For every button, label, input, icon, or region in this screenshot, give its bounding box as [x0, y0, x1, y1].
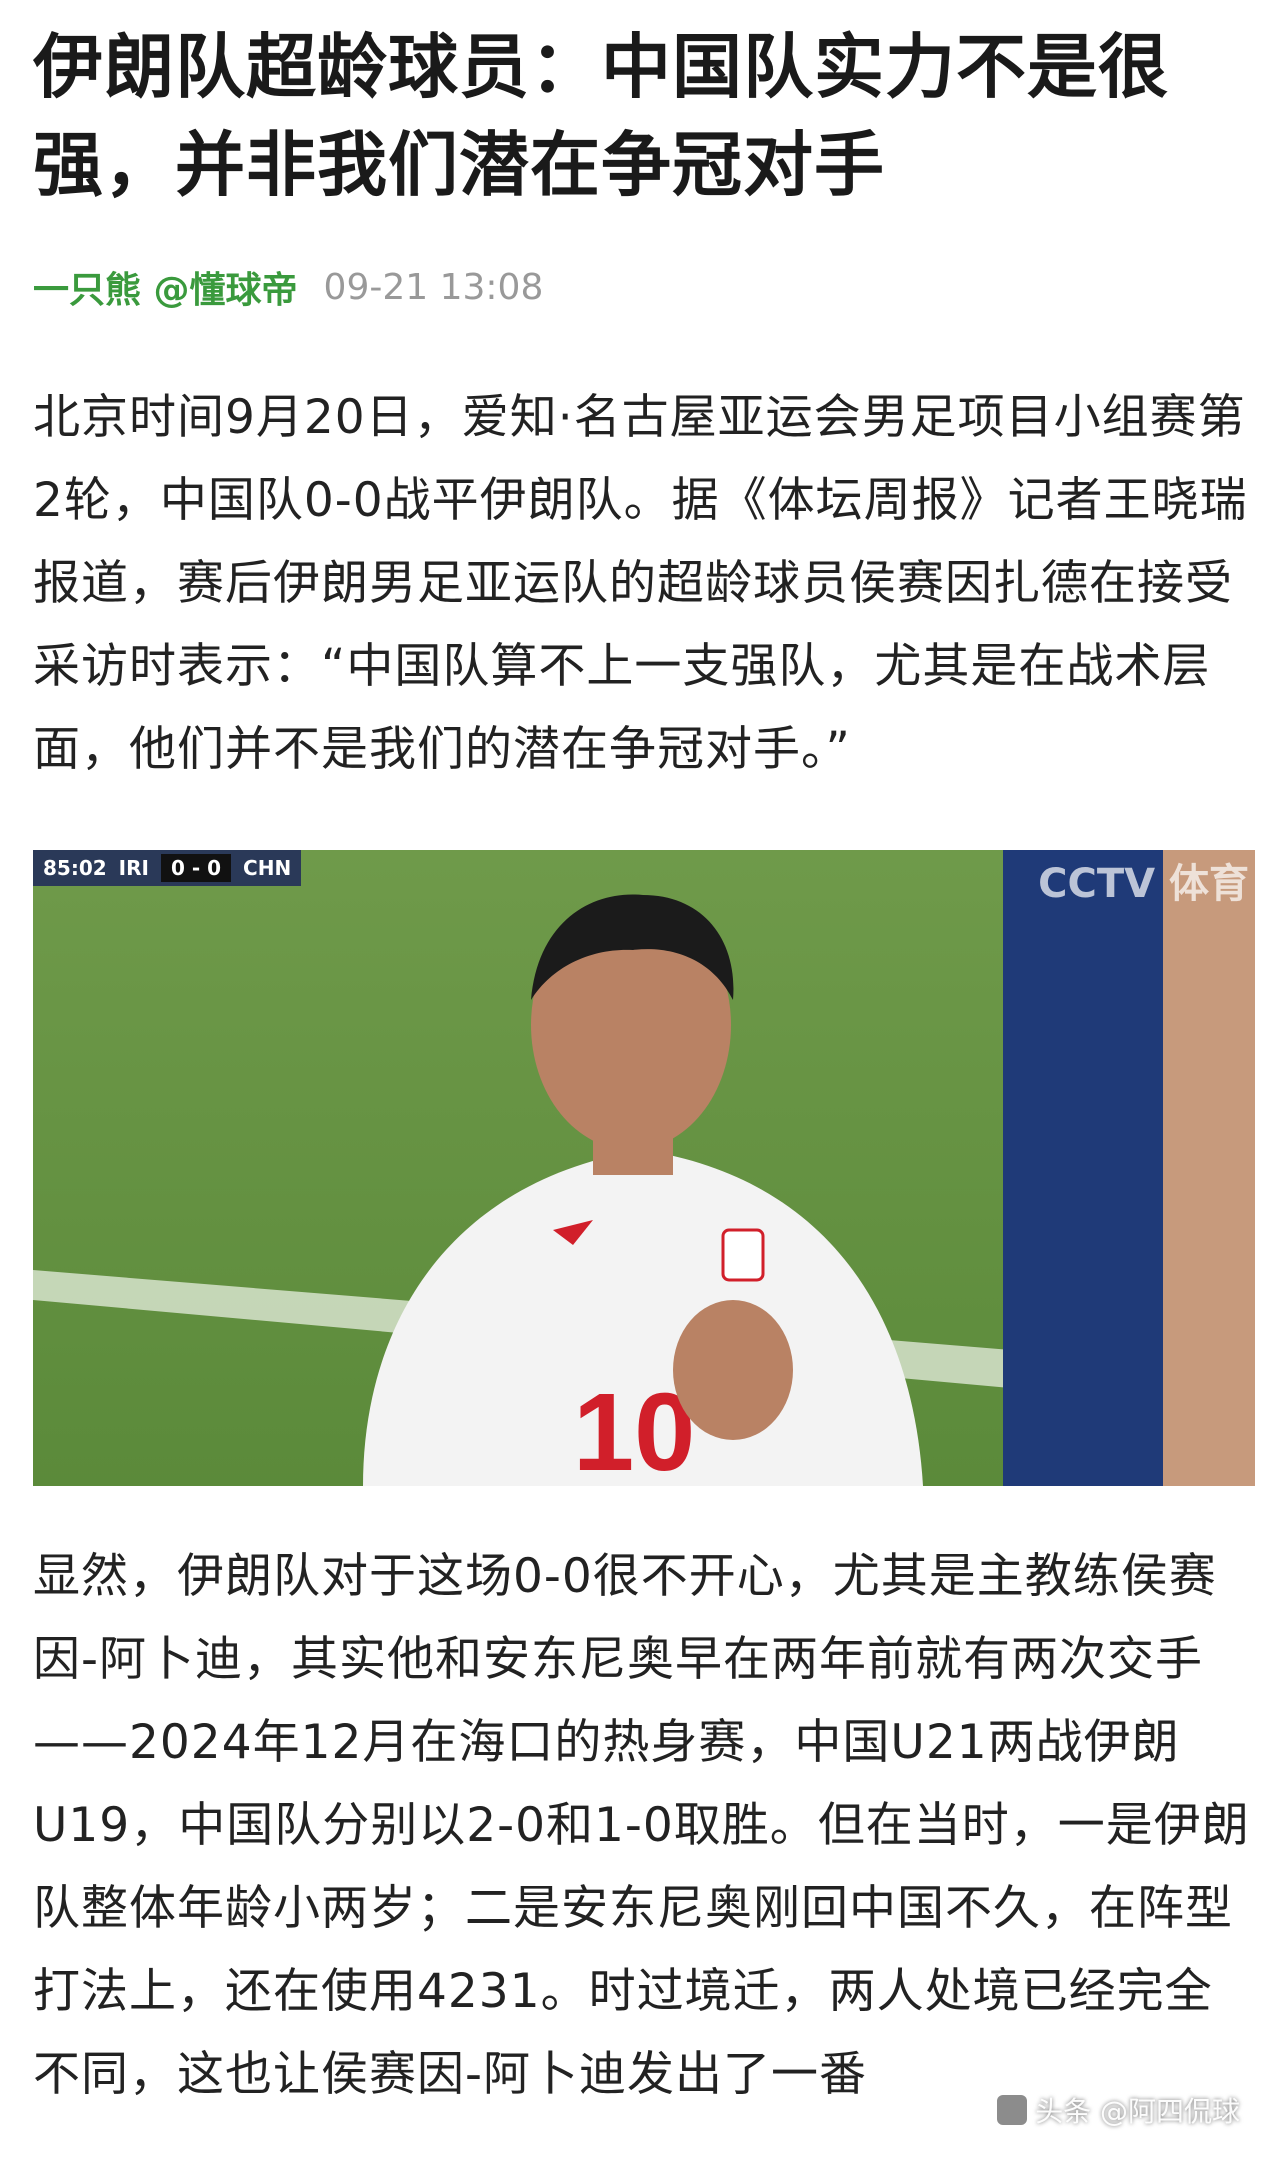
article-page: 伊朗队超龄球员：中国队实力不是很强，并非我们潜在争冠对手 一只熊 @懂球帝 09…: [0, 0, 1280, 2159]
publish-time: 09-21 13:08: [323, 266, 544, 308]
away-team: CHN: [243, 856, 292, 880]
match-photo[interactable]: 10 85:02 IRI 0 - 0 CHN CCTV 体育: [33, 850, 1255, 1486]
article-meta: 一只熊 @懂球帝 09-21 13:08: [33, 262, 543, 312]
watermark-text: 头条 @阿四侃球: [1035, 2095, 1240, 2128]
match-clock: 85:02: [43, 856, 107, 880]
scorebug: 85:02 IRI 0 - 0 CHN: [33, 850, 302, 886]
home-team: IRI: [118, 856, 149, 880]
author-link[interactable]: 一只熊 @懂球帝: [33, 261, 298, 313]
toutiao-icon: [997, 2095, 1028, 2125]
article-paragraph-1: 北京时间9月20日，爱知·名古屋亚运会男足项目小组赛第2轮，中国队0-0战平伊朗…: [33, 390, 1248, 777]
article-paragraph-2: 显然，伊朗队对于这场0-0很不开心，尤其是主教练侯赛因-阿卜迪，其实他和安东尼奥…: [33, 1549, 1250, 2102]
article-title: 伊朗队超龄球员：中国队实力不是很强，并非我们潜在争冠对手: [33, 26, 1169, 206]
broadcaster-logo: CCTV 体育: [1038, 861, 1249, 907]
match-score: 0 - 0: [160, 854, 232, 882]
match-photo-illustration: 10: [33, 850, 1255, 1486]
source-watermark: 头条 @阿四侃球: [997, 2085, 1240, 2135]
